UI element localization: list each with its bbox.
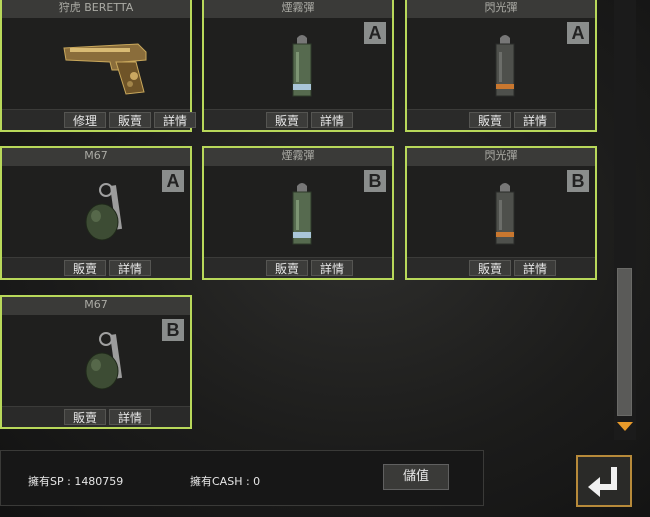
item-card[interactable]: 煙霧彈 B 販賣 詳情 <box>202 146 394 280</box>
flash-grenade-icon <box>495 183 515 245</box>
details-button[interactable]: 詳情 <box>109 409 151 425</box>
inventory-grid: 狩虎 BERETTA 修理 販賣 詳情 煙霧彈 A 販賣 詳情 閃光彈 A 販賣… <box>0 0 612 440</box>
scrollbar-thumb[interactable] <box>617 268 632 416</box>
details-button[interactable]: 詳情 <box>109 260 151 276</box>
details-button[interactable]: 詳情 <box>514 112 556 128</box>
repair-button[interactable]: 修理 <box>64 112 106 128</box>
action-bar: 販賣 詳情 <box>2 257 190 278</box>
sp-balance: 擁有SP : 1480759 <box>28 475 124 488</box>
grade-badge: A <box>567 22 589 44</box>
frag-grenade-icon <box>85 332 123 390</box>
item-card[interactable]: M67 A 販賣 詳情 <box>0 146 192 280</box>
details-button[interactable]: 詳情 <box>311 112 353 128</box>
grade-badge: B <box>364 170 386 192</box>
sell-button[interactable]: 販賣 <box>64 260 106 276</box>
action-bar: 修理 販賣 詳情 <box>2 109 196 130</box>
action-bar: 販賣 詳情 <box>407 257 595 278</box>
item-title: 閃光彈 <box>407 148 595 167</box>
return-arrow-icon <box>588 467 617 497</box>
sell-button[interactable]: 販賣 <box>266 260 308 276</box>
frag-grenade-icon <box>85 183 123 241</box>
smoke-grenade-icon <box>292 35 312 97</box>
item-title: 煙霧彈 <box>204 0 392 19</box>
item-card[interactable]: 閃光彈 A 販賣 詳情 <box>405 0 597 132</box>
scroll-down-arrow-icon[interactable] <box>617 422 633 431</box>
item-card[interactable]: 閃光彈 B 販賣 詳情 <box>405 146 597 280</box>
grade-badge: B <box>162 319 184 341</box>
sell-button[interactable]: 販賣 <box>109 112 151 128</box>
item-card[interactable]: M67 B 販賣 詳情 <box>0 295 192 429</box>
item-title: 閃光彈 <box>407 0 595 19</box>
grade-badge: A <box>364 22 386 44</box>
item-title: 狩虎 BERETTA <box>2 0 190 19</box>
sell-button[interactable]: 販賣 <box>266 112 308 128</box>
action-bar: 販賣 詳情 <box>407 109 595 130</box>
smoke-grenade-icon <box>292 183 312 245</box>
item-card[interactable]: 煙霧彈 A 販賣 詳情 <box>202 0 394 132</box>
action-bar: 販賣 詳情 <box>204 109 392 130</box>
item-card[interactable]: 狩虎 BERETTA 修理 販賣 詳情 <box>0 0 196 132</box>
grade-badge: A <box>162 170 184 192</box>
action-bar: 販賣 詳情 <box>204 257 392 278</box>
item-title: M67 <box>2 297 190 316</box>
item-title: M67 <box>2 148 190 167</box>
sell-button[interactable]: 販賣 <box>64 409 106 425</box>
sell-button[interactable]: 販賣 <box>469 112 511 128</box>
flash-grenade-icon <box>495 35 515 97</box>
grade-badge: B <box>567 170 589 192</box>
sell-button[interactable]: 販賣 <box>469 260 511 276</box>
return-button[interactable] <box>576 455 632 507</box>
details-button[interactable]: 詳情 <box>514 260 556 276</box>
pistol-icon <box>63 43 147 95</box>
item-title: 煙霧彈 <box>204 148 392 167</box>
details-button[interactable]: 詳情 <box>311 260 353 276</box>
cash-balance: 擁有CASH : 0 <box>190 475 261 488</box>
details-button[interactable]: 詳情 <box>154 112 196 128</box>
charge-button[interactable]: 儲值 <box>383 464 449 490</box>
action-bar: 販賣 詳情 <box>2 406 190 427</box>
